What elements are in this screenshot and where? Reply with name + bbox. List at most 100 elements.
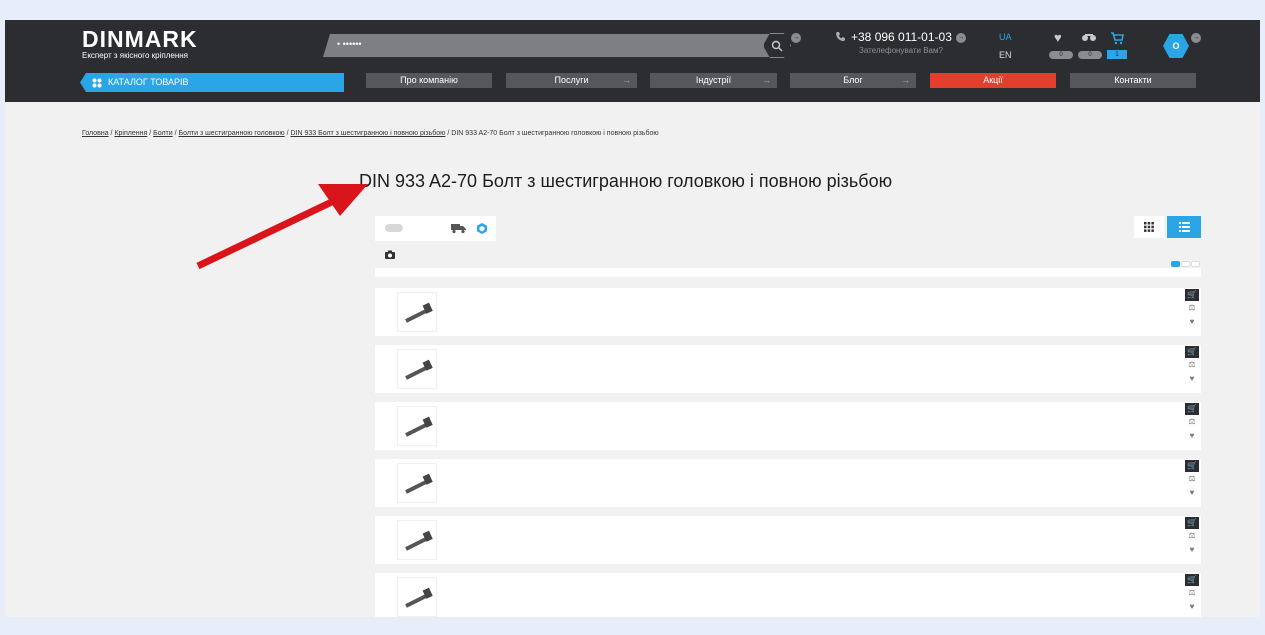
phone-arrow-icon[interactable]: → <box>956 33 966 43</box>
catalog-label: КАТАЛОГ ТОВАРІВ <box>108 77 189 87</box>
wishlist-icon[interactable]: ♥ <box>1185 486 1199 500</box>
nav-contacts[interactable]: Контакти <box>1070 73 1196 88</box>
product-image[interactable] <box>397 463 437 503</box>
crumb-din933[interactable]: DIN 933 Болт з шестигранною і повною різ… <box>290 130 445 137</box>
add-to-cart-icon[interactable]: 🛒 <box>1185 460 1199 472</box>
crumb-hex-bolts[interactable]: Болти з шестигранною головкою <box>179 130 285 137</box>
product-image[interactable] <box>397 349 437 389</box>
nav-industries[interactable]: Індустрії → <box>650 73 777 88</box>
arrow-right-icon: → <box>901 75 910 85</box>
list-view-button[interactable] <box>1167 216 1201 238</box>
product-image[interactable] <box>397 520 437 560</box>
nav-services-label: Послуги <box>554 75 589 85</box>
search-value: • •••••• <box>337 39 362 49</box>
pager-dot[interactable] <box>1191 261 1200 267</box>
list-item[interactable]: 🛒 ⚖ ♥ <box>375 573 1201 617</box>
list-item[interactable]: 🛒 ⚖ ♥ <box>375 459 1201 507</box>
compare-count: 0 <box>1078 51 1102 59</box>
logo[interactable]: DINMARK Експерт з якісного кріплення <box>82 28 198 61</box>
compare-icon[interactable]: ⚖ <box>1185 301 1199 315</box>
nav-services[interactable]: Послуги → <box>506 73 637 88</box>
crumb-bolts[interactable]: Болти <box>153 130 173 137</box>
pager-dot[interactable] <box>1171 261 1180 267</box>
stock-toggle[interactable] <box>385 224 403 232</box>
lang-en[interactable]: EN <box>999 50 1012 60</box>
annotation-arrow-icon <box>196 184 368 270</box>
product-image[interactable] <box>397 577 437 617</box>
crumb-fasteners[interactable]: Кріплення <box>114 130 147 137</box>
list-item[interactable]: 🛒 ⚖ ♥ <box>375 345 1201 393</box>
heart-icon[interactable]: ♥ <box>1054 30 1062 45</box>
nav-promo-label: Акції <box>983 75 1003 85</box>
wishlist-icon[interactable]: ♥ <box>1185 372 1199 386</box>
phone-number[interactable]: +38 096 011-01-03 <box>851 30 952 44</box>
list-item[interactable]: 🛒 ⚖ ♥ <box>375 402 1201 450</box>
compare-icon[interactable] <box>1081 33 1097 42</box>
product-image[interactable] <box>397 292 437 332</box>
nav-promo[interactable]: Акції <box>930 73 1056 88</box>
arrow-right-icon: → <box>622 75 631 85</box>
logout-icon[interactable]: → <box>1191 33 1201 43</box>
list-view-icon <box>1178 222 1190 232</box>
bolt-icon <box>405 416 433 437</box>
nav-blog[interactable]: Блог → <box>790 73 916 88</box>
grid-view-icon <box>1144 222 1154 232</box>
cart-count: 1 <box>1107 50 1127 59</box>
catalog-grid-icon <box>92 78 102 88</box>
grid-view-button[interactable] <box>1134 216 1164 238</box>
wishlist-icon[interactable]: ♥ <box>1185 543 1199 557</box>
breadcrumb: Головна / Кріплення / Болти / Болти з ше… <box>82 130 659 137</box>
wishlist-icon[interactable]: ♥ <box>1185 429 1199 443</box>
wishlist-icon[interactable]: ♥ <box>1185 600 1199 614</box>
filter-bar <box>375 216 496 241</box>
pager-dot[interactable] <box>1181 261 1190 267</box>
compare-icon[interactable]: ⚖ <box>1185 472 1199 486</box>
camera-icon[interactable] <box>385 250 395 259</box>
table-header <box>375 268 1201 277</box>
lang-ua[interactable]: UA <box>999 32 1012 42</box>
list-item[interactable]: 🛒 ⚖ ♥ <box>375 288 1201 336</box>
wishlist-count: 0 <box>1049 51 1073 59</box>
callback-link[interactable]: Зателефонувати Вам? <box>859 46 943 55</box>
crumb-current: DIN 933 A2-70 Болт з шестигранною головк… <box>451 130 659 137</box>
nav-contacts-label: Контакти <box>1114 75 1152 85</box>
phone-icon <box>836 32 845 42</box>
row-actions: 🛒 ⚖ ♥ <box>1185 517 1199 557</box>
bolt-icon <box>405 530 433 551</box>
add-to-cart-icon[interactable]: 🛒 <box>1185 346 1199 358</box>
wishlist-icon[interactable]: ♥ <box>1185 315 1199 329</box>
crumb-home[interactable]: Головна <box>82 130 109 137</box>
bolt-icon <box>405 587 433 608</box>
row-actions: 🛒 ⚖ ♥ <box>1185 289 1199 329</box>
compare-icon[interactable]: ⚖ <box>1185 586 1199 600</box>
row-actions: 🛒 ⚖ ♥ <box>1185 346 1199 386</box>
user-avatar[interactable]: O <box>1163 34 1189 58</box>
arrow-right-icon[interactable]: → <box>791 33 801 43</box>
cart-icon[interactable] <box>1110 31 1124 45</box>
compare-icon[interactable]: ⚖ <box>1185 415 1199 429</box>
search-input[interactable]: • •••••• <box>323 34 778 57</box>
compare-icon[interactable]: ⚖ <box>1185 358 1199 372</box>
logo-title: DINMARK <box>82 26 198 52</box>
truck-icon[interactable] <box>451 222 467 234</box>
nav-industries-label: Індустрії <box>695 75 732 85</box>
list-item[interactable]: 🛒 ⚖ ♥ <box>375 516 1201 564</box>
search-icon <box>771 40 783 51</box>
arrow-right-icon: → <box>762 75 771 85</box>
product-image[interactable] <box>397 406 437 446</box>
page-title: DIN 933 A2-70 Болт з шестигранною головк… <box>359 171 893 191</box>
nav-about-label: Про компанію <box>400 75 458 85</box>
cube-icon[interactable] <box>477 223 487 234</box>
add-to-cart-icon[interactable]: 🛒 <box>1185 517 1199 529</box>
row-actions: 🛒 ⚖ ♥ <box>1185 403 1199 443</box>
add-to-cart-icon[interactable]: 🛒 <box>1185 403 1199 415</box>
add-to-cart-icon[interactable]: 🛒 <box>1185 289 1199 301</box>
catalog-button[interactable]: КАТАЛОГ ТОВАРІВ <box>80 73 344 92</box>
row-actions: 🛒 ⚖ ♥ <box>1185 574 1199 614</box>
add-to-cart-icon[interactable]: 🛒 <box>1185 574 1199 586</box>
logo-subtitle: Експерт з якісного кріплення <box>82 51 188 60</box>
compare-icon[interactable]: ⚖ <box>1185 529 1199 543</box>
row-actions: 🛒 ⚖ ♥ <box>1185 460 1199 500</box>
nav-about[interactable]: Про компанію <box>366 73 492 88</box>
bolt-icon <box>405 473 433 494</box>
